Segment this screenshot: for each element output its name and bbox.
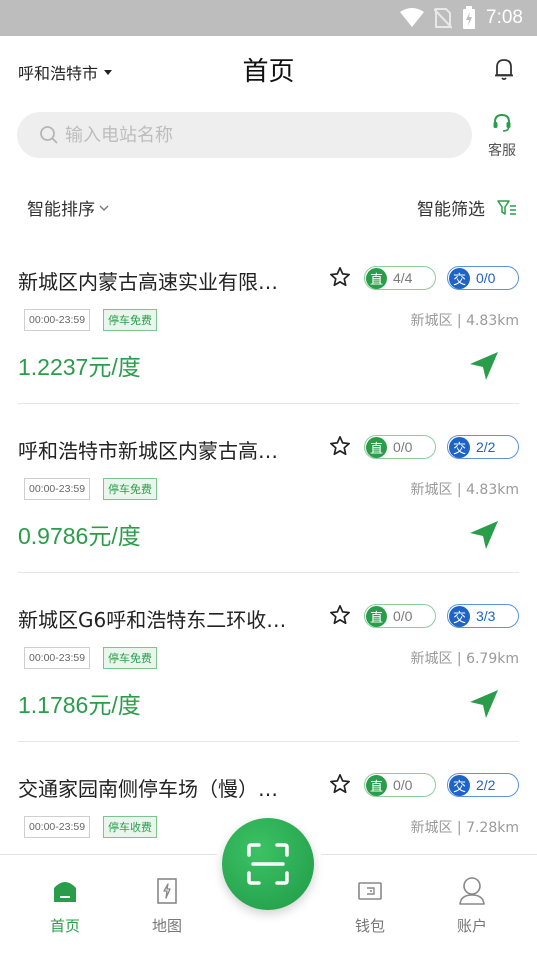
customer-service-label: 客服	[488, 143, 516, 159]
station-card[interactable]: 新城区内蒙古高速实业有限… 直 4/4 交 0/0 00:00-23:59 停车…	[0, 236, 537, 404]
price-label: 1.1786元/度	[18, 692, 141, 718]
station-card[interactable]: 呼和浩特市新城区内蒙古高… 直 0/0 交 2/2 00:00-23:59 停车…	[0, 405, 537, 573]
divider	[18, 572, 519, 573]
navigate-icon[interactable]	[468, 519, 500, 551]
home-icon	[54, 882, 76, 902]
parking-tag: 停车收费	[103, 816, 157, 838]
navigate-icon[interactable]	[468, 350, 500, 382]
headset-icon	[493, 113, 511, 132]
status-time: 7:08	[486, 7, 523, 28]
wallet-icon	[358, 882, 382, 900]
parking-tag: 停车免费	[103, 309, 157, 331]
tab-account[interactable]: 账户	[437, 875, 507, 936]
tab-wallet[interactable]: 钱包	[335, 875, 405, 936]
station-card[interactable]: 新城区G6呼和浩特东二环收… 直 0/0 交 3/3 00:00-23:59 停…	[0, 574, 537, 742]
status-icons: 7:08	[400, 0, 523, 36]
price-label: 0.9786元/度	[18, 523, 141, 549]
ac-count: 2/2	[476, 777, 496, 793]
dc-badge-label: 直	[366, 267, 387, 289]
dc-badge-label: 直	[366, 774, 387, 796]
ac-count: 0/0	[476, 270, 496, 286]
search-input[interactable]	[65, 124, 425, 146]
sort-filter-bar: 智能排序 智能筛选	[0, 186, 537, 226]
search-bar[interactable]	[17, 112, 472, 158]
opening-hours: 00:00-23:59	[24, 816, 91, 838]
scan-icon	[247, 843, 289, 885]
opening-hours: 00:00-23:59	[24, 647, 91, 669]
star-icon[interactable]	[329, 773, 351, 795]
district-distance: 新城区 | 4.83km	[410, 313, 519, 329]
parking-tag: 停车免费	[103, 478, 157, 500]
dc-charger-badge: 直 0/0	[364, 435, 436, 459]
district-distance: 新城区 | 6.79km	[410, 651, 519, 667]
dc-charger-badge: 直 0/0	[364, 604, 436, 628]
wifi-icon	[400, 8, 425, 27]
tab-home-label: 首页	[49, 917, 80, 935]
chevron-down-icon	[99, 205, 109, 211]
ac-badge-label: 交	[449, 605, 470, 627]
tab-wallet-label: 钱包	[354, 917, 385, 935]
star-icon[interactable]	[329, 266, 351, 288]
dc-count: 0/0	[393, 608, 413, 624]
scan-button[interactable]	[222, 818, 314, 910]
dc-count: 4/4	[393, 270, 413, 286]
dc-count: 0/0	[393, 439, 413, 455]
battery-charging-icon	[463, 6, 476, 29]
search-icon	[40, 126, 58, 144]
tab-home[interactable]: 首页	[30, 875, 100, 936]
station-name: 呼和浩特市新城区内蒙古高…	[18, 439, 278, 463]
dc-badge-label: 直	[366, 436, 387, 458]
smart-filter-button[interactable]: 智能筛选	[417, 195, 517, 220]
station-name: 交通家园南侧停车场（慢）…	[18, 777, 278, 801]
price-label: 1.2237元/度	[18, 354, 141, 380]
user-icon	[459, 877, 485, 905]
dc-charger-badge: 直 4/4	[364, 266, 436, 290]
tab-map[interactable]: 地图	[132, 875, 202, 936]
star-icon[interactable]	[329, 435, 351, 457]
smart-sort-dropdown[interactable]: 智能排序	[27, 195, 109, 220]
ac-count: 2/2	[476, 439, 496, 455]
star-icon[interactable]	[329, 604, 351, 626]
customer-service-button[interactable]: 客服	[484, 112, 520, 160]
district-distance: 新城区 | 4.83km	[410, 482, 519, 498]
station-name: 新城区内蒙古高速实业有限…	[18, 270, 278, 294]
ac-count: 3/3	[476, 608, 496, 624]
bell-icon[interactable]	[493, 56, 515, 82]
navigate-icon[interactable]	[468, 688, 500, 720]
station-name: 新城区G6呼和浩特东二环收…	[18, 608, 287, 632]
dc-badge-label: 直	[366, 605, 387, 627]
tab-account-label: 账户	[456, 917, 487, 935]
ac-charger-badge: 交 0/0	[447, 266, 519, 290]
ac-charger-badge: 交 3/3	[447, 604, 519, 628]
ac-badge-label: 交	[449, 774, 470, 796]
top-header: 呼和浩特市 首页	[0, 36, 537, 104]
charging-pile-icon	[157, 878, 177, 904]
parking-tag: 停车免费	[103, 647, 157, 669]
page-title: 首页	[242, 57, 295, 87]
status-bar: 7:08	[0, 0, 537, 36]
ac-badge-label: 交	[449, 436, 470, 458]
tab-map-label: 地图	[151, 917, 182, 935]
dc-count: 0/0	[393, 777, 413, 793]
dc-charger-badge: 直 0/0	[364, 773, 436, 797]
opening-hours: 00:00-23:59	[24, 478, 91, 500]
divider	[18, 403, 519, 404]
opening-hours: 00:00-23:59	[24, 309, 91, 331]
smart-filter-label: 智能筛选	[417, 200, 485, 220]
ac-badge-label: 交	[449, 267, 470, 289]
no-sim-icon	[434, 8, 453, 29]
ac-charger-badge: 交 2/2	[447, 773, 519, 797]
divider	[18, 741, 519, 742]
filter-icon	[497, 199, 516, 215]
district-distance: 新城区 | 7.28km	[410, 820, 519, 836]
smart-sort-label: 智能排序	[27, 200, 95, 220]
ac-charger-badge: 交 2/2	[447, 435, 519, 459]
